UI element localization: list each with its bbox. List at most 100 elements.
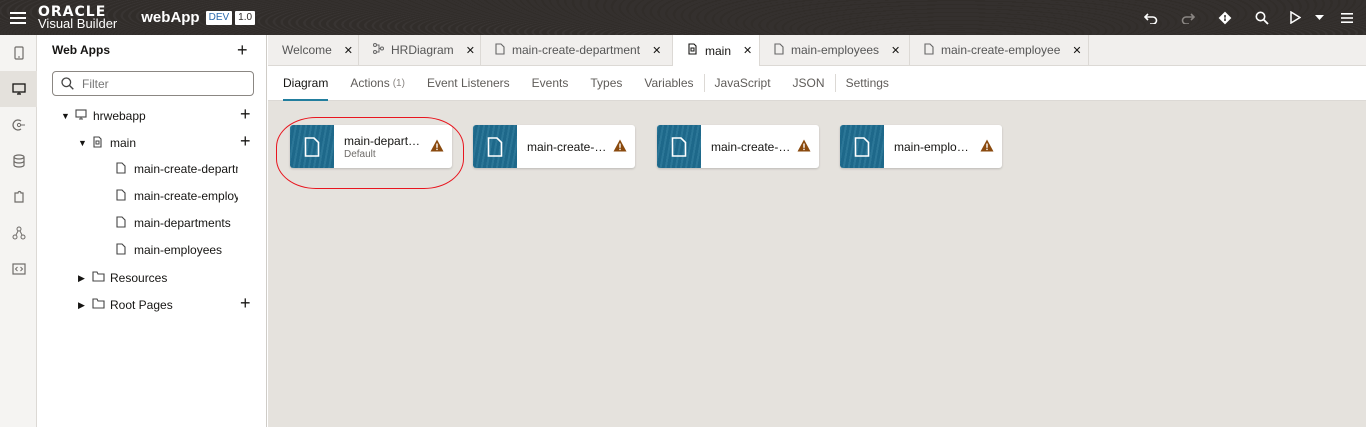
env-badge: DEV [205,10,233,25]
close-tab-icon[interactable]: ✕ [344,44,353,57]
tree-item-page[interactable]: main-employees [116,239,222,261]
tab-main-create-employee[interactable]: main-create-employee ✕ [910,35,1089,65]
warning-icon[interactable] [980,139,994,152]
run-play-icon[interactable] [1280,0,1310,35]
page-icon [116,161,134,177]
tree-item-main-flow[interactable]: ▼ main [78,132,136,154]
page-card-name: main-employees [894,139,974,154]
warning-icon[interactable] [797,139,811,152]
expand-arrow-icon[interactable]: ▼ [61,111,75,121]
page-icon [924,42,934,58]
folder-icon [92,298,110,312]
tree-item-root-pages[interactable]: ▶ Root Pages [78,294,173,316]
page-card-main-employees[interactable]: main-employees [840,125,1002,168]
tab-label: Welcome [282,43,332,57]
editor-tabs: Welcome ✕ HRDiagram ✕ main-create-depart… [268,35,1366,66]
subtab-actions-label: Actions [350,76,390,90]
subtab-json[interactable]: JSON [793,66,825,101]
tab-label: main-create-employee [941,43,1061,57]
warning-icon[interactable] [613,139,627,152]
tab-label: main-employees [791,43,880,57]
business-objects-icon[interactable] [0,143,37,179]
brand-product: Visual Builder [38,15,118,31]
tree-item-page[interactable]: main-departments [116,212,231,234]
tab-main-create-department[interactable]: main-create-department ✕ [481,35,673,65]
collapse-arrow-icon[interactable]: ▶ [78,273,92,284]
subtab-events[interactable]: Events [532,66,569,101]
processes-icon[interactable] [0,215,37,251]
page-icon [774,42,784,58]
tab-main-employees[interactable]: main-employees ✕ [760,35,910,65]
diagram-canvas[interactable]: main-departme... Default main-create-de.… [268,101,1366,427]
tree-label-main: main [110,136,137,150]
tree-label-page: main-create-department [134,162,238,176]
app-name[interactable]: webApp [141,9,199,26]
page-card-main-create-department[interactable]: main-create-de... [473,125,635,168]
subtab-settings[interactable]: Settings [846,66,889,101]
diagram-icon [373,43,384,57]
tree-item-page[interactable]: main-create-employee [116,185,238,207]
subtab-actions[interactable]: Actions (1) [350,66,405,101]
page-card-main-departments[interactable]: main-departme... Default [290,125,452,168]
run-dropdown-icon[interactable] [1310,0,1328,35]
warning-icon[interactable] [430,139,444,152]
activity-rail [0,35,37,427]
subtab-javascript[interactable]: JavaScript [715,66,771,101]
components-icon[interactable] [0,179,37,215]
page-card-main-create-employee[interactable]: main-create-em... [657,125,819,168]
close-tab-icon[interactable]: ✕ [1072,44,1081,57]
page-card-name: main-departme... [344,133,424,148]
mobile-apps-icon[interactable] [0,35,37,71]
tab-welcome[interactable]: Welcome ✕ [268,35,359,65]
search-icon[interactable] [1243,0,1280,35]
overflow-menu-icon[interactable] [1328,0,1366,35]
tab-main[interactable]: main ✕ [673,35,760,66]
page-icon [495,42,505,58]
tree-item-resources[interactable]: ▶ Resources [78,267,167,289]
actions-count: (1) [392,77,405,89]
tree-label-root-pages: Root Pages [110,298,173,312]
tab-label: main [705,43,732,58]
services-icon[interactable] [0,107,37,143]
subtab-event-listeners[interactable]: Event Listeners [427,66,510,101]
add-to-main-plus-icon[interactable]: + [240,131,251,152]
add-to-hrwebapp-plus-icon[interactable]: + [240,104,251,125]
close-tab-icon[interactable]: ✕ [743,44,752,57]
subtab-variables[interactable]: Variables [644,66,693,101]
default-page-label: Default [344,148,376,160]
undo-icon[interactable] [1132,0,1169,35]
collapse-arrow-icon[interactable]: ▶ [78,300,92,311]
tree-label-page: main-departments [134,216,231,230]
version-badge: 1.0 [235,10,256,25]
filter-field[interactable] [52,71,254,96]
close-tab-icon[interactable]: ✕ [891,44,900,57]
monitor-icon [75,109,93,123]
tab-hrdiagram[interactable]: HRDiagram ✕ [359,35,481,65]
web-apps-icon[interactable] [0,71,37,107]
navigator-title: Web Apps [52,43,111,57]
subtab-divider [703,74,705,92]
page-icon [116,215,134,231]
source-icon[interactable] [0,251,37,287]
tab-label: main-create-department [512,43,641,57]
close-tab-icon[interactable]: ✕ [652,44,661,57]
page-card-name: main-create-em... [711,139,791,154]
tree-item-page[interactable]: main-create-department [116,158,238,180]
tree-label-page: main-employees [134,243,223,257]
flow-icon [687,43,698,58]
page-icon [116,242,134,258]
close-tab-icon[interactable]: ✕ [466,44,475,57]
filter-input[interactable] [82,76,232,91]
add-root-page-plus-icon[interactable]: + [240,293,251,314]
flow-editor-subtabs: Diagram Actions (1) Event Listeners Even… [268,66,1366,101]
subtab-types[interactable]: Types [590,66,622,101]
page-icon [290,125,334,168]
subtab-diagram[interactable]: Diagram [283,66,329,101]
add-web-app-plus-icon[interactable]: + [237,40,248,61]
flow-icon [92,135,110,151]
tree-item-hrwebapp[interactable]: ▼ hrwebapp [61,105,146,127]
redo-icon[interactable] [1169,0,1206,35]
git-icon[interactable] [1206,0,1243,35]
expand-arrow-icon[interactable]: ▼ [78,138,92,148]
hamburger-menu-icon[interactable] [0,0,36,35]
